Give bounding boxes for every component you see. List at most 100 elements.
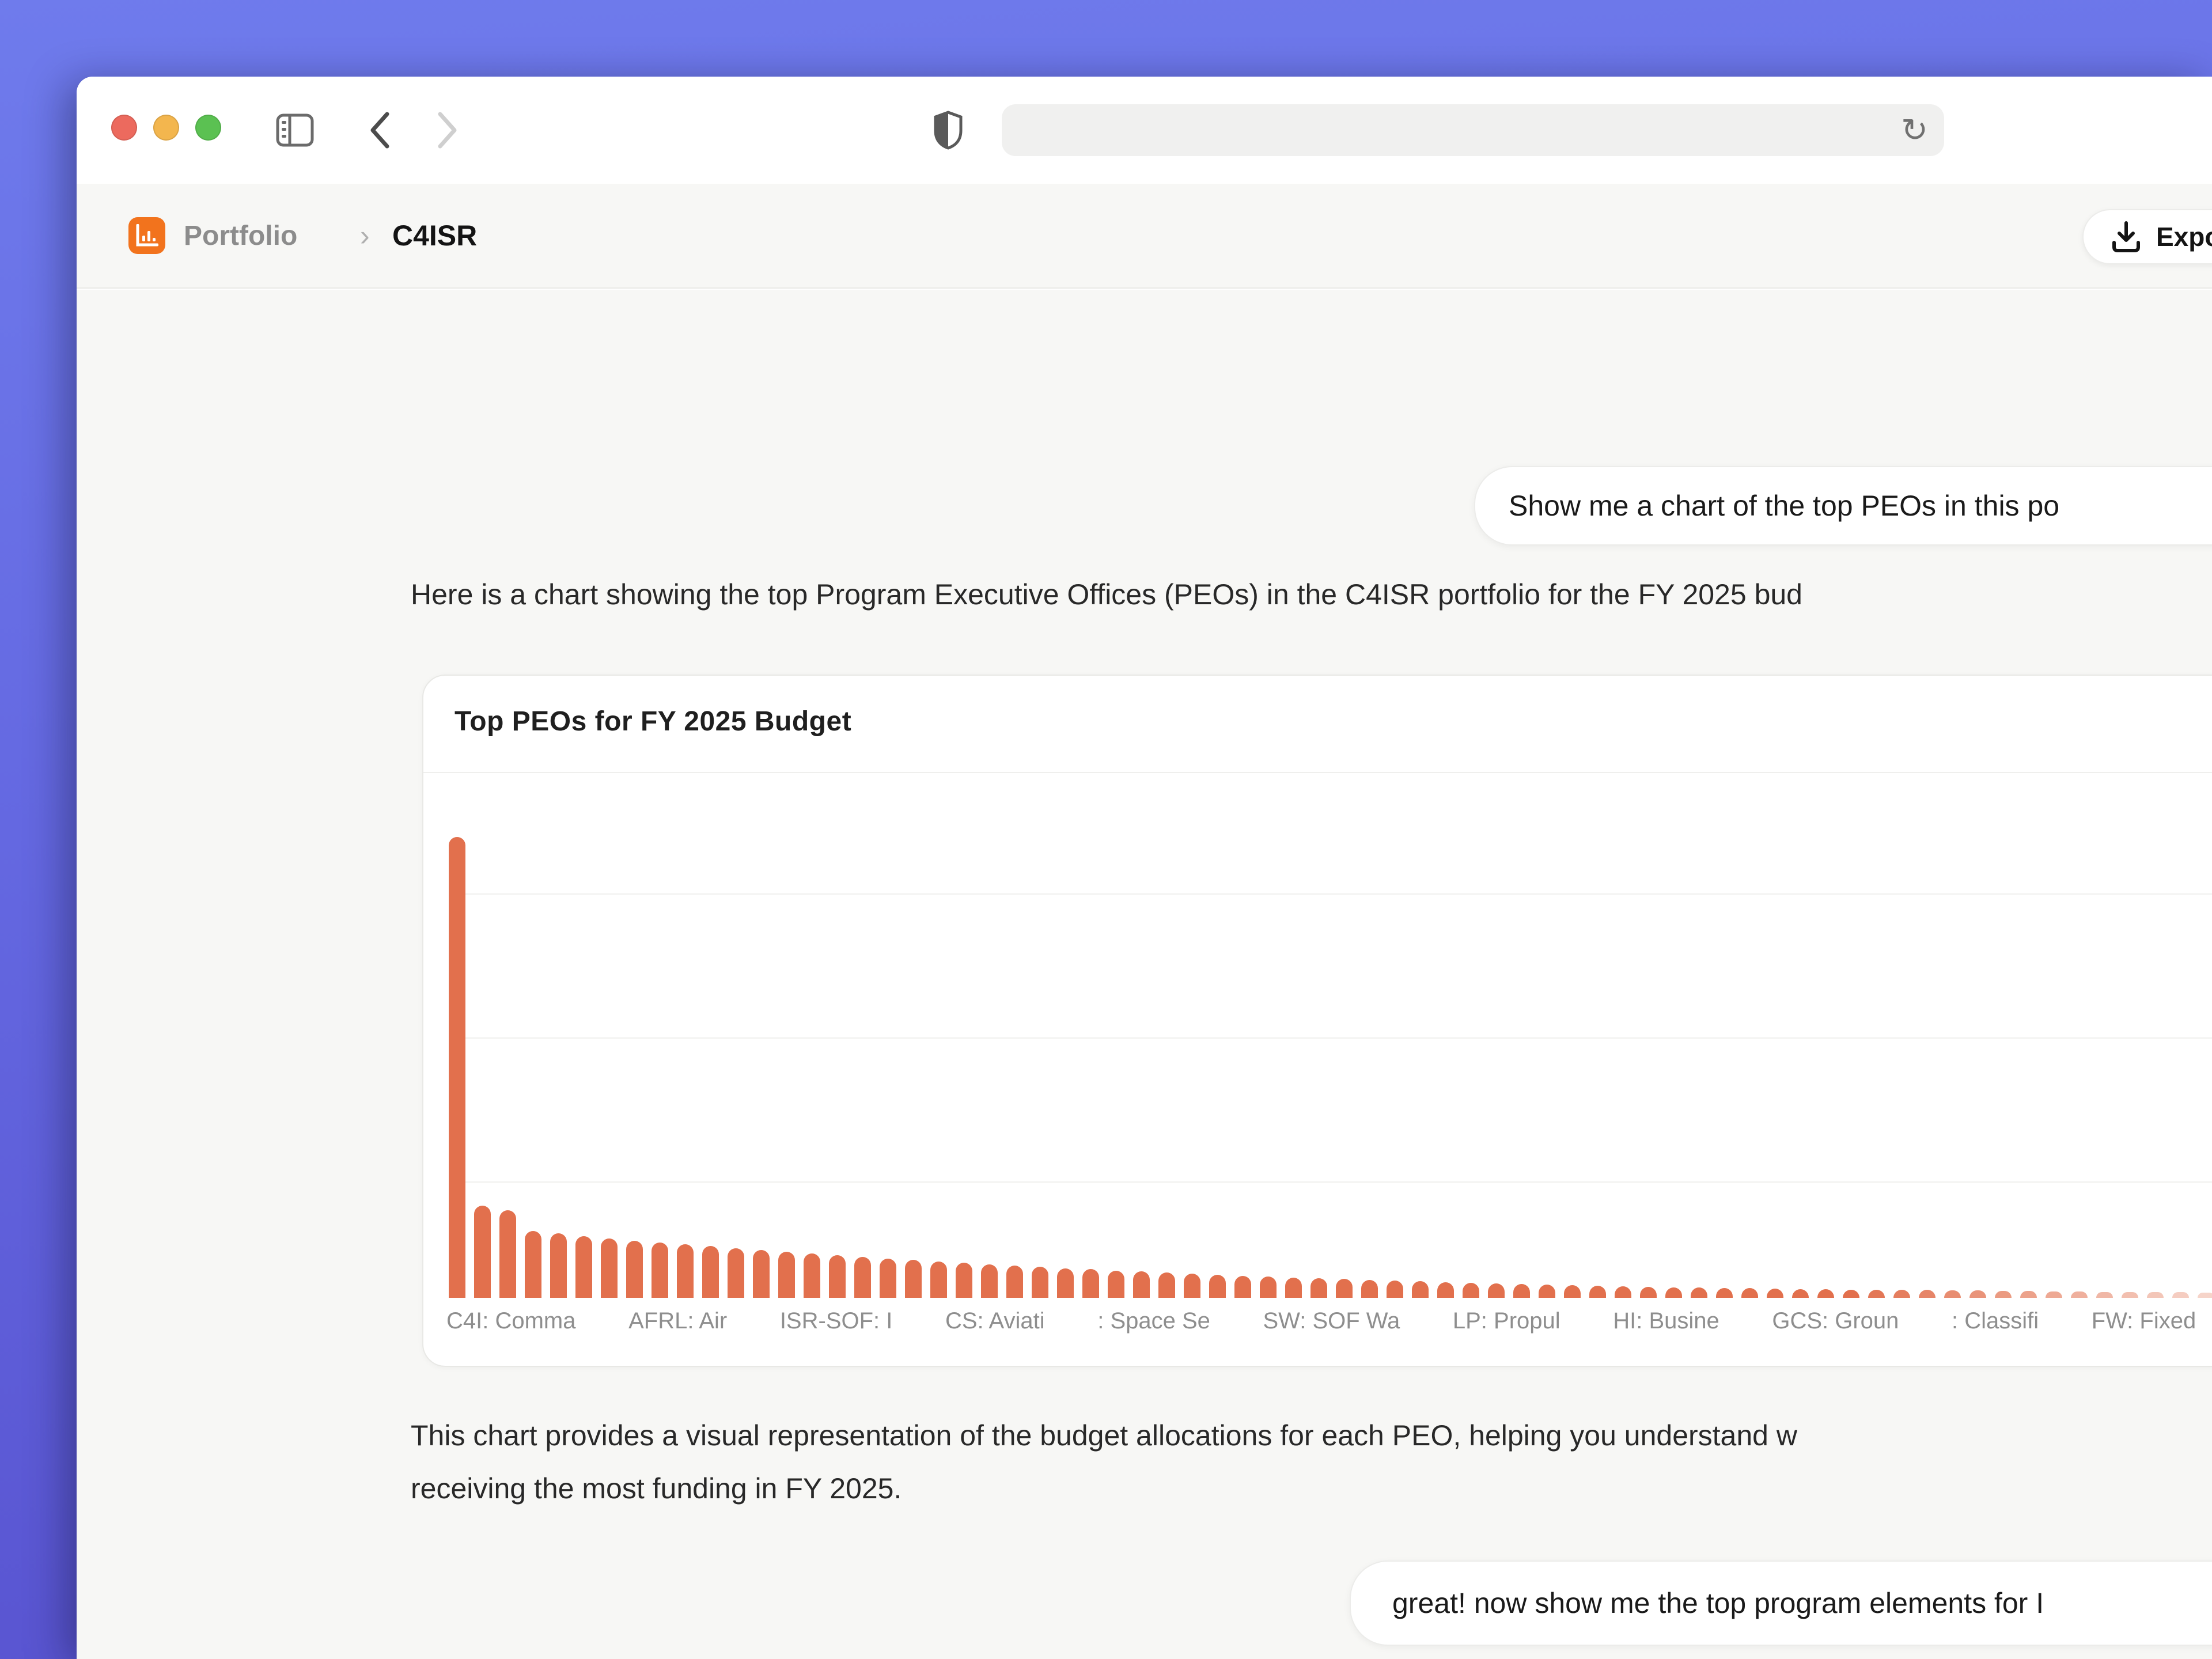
bar <box>1412 1281 1429 1298</box>
x-axis-label: CS: Aviati <box>945 1308 1045 1334</box>
sidebar-toggle-icon[interactable] <box>269 77 321 184</box>
x-axis-label: : Classifi <box>1952 1308 2039 1334</box>
bar <box>1564 1285 1581 1298</box>
bar <box>880 1259 896 1298</box>
assistant-followup-text: This chart provides a visual representat… <box>411 1409 2212 1515</box>
bar <box>1006 1266 1023 1298</box>
bar <box>981 1264 998 1298</box>
bar <box>2172 1292 2189 1298</box>
bar <box>1513 1284 1530 1298</box>
bar <box>1437 1282 1454 1298</box>
bar <box>575 1236 592 1298</box>
zoom-window-button[interactable] <box>195 115 221 141</box>
bar <box>1640 1287 1657 1298</box>
bar <box>1285 1278 1302 1298</box>
bar <box>1969 1290 1986 1298</box>
bar <box>1032 1267 1048 1298</box>
bar <box>626 1241 643 1298</box>
bar <box>930 1262 947 1298</box>
breadcrumb-portfolio[interactable]: Portfolio <box>184 220 297 252</box>
assistant-followup-line1: This chart provides a visual representat… <box>411 1409 2212 1462</box>
bar <box>449 837 465 1298</box>
x-axis-label: AFRL: Air <box>628 1308 727 1334</box>
chart-card: Top PEOs for FY 2025 Budget C4I: CommaAF… <box>422 675 2212 1367</box>
bar <box>1843 1290 1859 1298</box>
reload-icon[interactable]: ↻ <box>1901 114 1928 146</box>
forward-icon[interactable] <box>430 77 465 184</box>
bar <box>474 1206 491 1298</box>
bar <box>1817 1289 1834 1298</box>
bar <box>1741 1288 1758 1298</box>
user-message-text: Show me a chart of the top PEOs in this … <box>1509 489 2059 522</box>
bar <box>1944 1290 1961 1298</box>
x-axis-label: SW: SOF Wa <box>1263 1308 1400 1334</box>
bar <box>1057 1268 1074 1298</box>
bar <box>2071 1291 2088 1298</box>
download-icon <box>2111 221 2141 253</box>
export-button[interactable]: Export <box>2082 209 2212 264</box>
bar <box>1716 1288 1733 1298</box>
bar <box>1792 1289 1809 1298</box>
bar <box>956 1263 972 1298</box>
card-divider <box>423 772 2212 773</box>
x-axis-label: LP: Propul <box>1453 1308 1560 1334</box>
url-input[interactable] <box>1002 104 1944 156</box>
minimize-window-button[interactable] <box>153 115 179 141</box>
bar <box>499 1210 516 1298</box>
traffic-lights <box>111 115 221 141</box>
privacy-shield-icon[interactable] <box>928 77 968 184</box>
bar <box>804 1253 820 1298</box>
bar <box>1691 1287 1707 1298</box>
bar <box>1463 1283 1479 1298</box>
back-icon[interactable] <box>362 77 397 184</box>
bar <box>1158 1272 1175 1298</box>
bar <box>1665 1287 1682 1298</box>
x-axis-label: GCS: Groun <box>1772 1308 1899 1334</box>
close-window-button[interactable] <box>111 115 137 141</box>
user-message-text: great! now show me the top program eleme… <box>1392 1586 2044 1620</box>
breadcrumb-current-c4isr: C4ISR <box>392 219 477 252</box>
bar <box>1995 1291 2012 1298</box>
bar <box>2122 1292 2138 1298</box>
export-label: Export <box>2156 221 2212 252</box>
bar <box>1868 1290 1885 1298</box>
portfolio-app-icon <box>128 217 165 254</box>
bar <box>2198 1293 2212 1298</box>
bar <box>1767 1289 1783 1298</box>
bar <box>778 1252 795 1298</box>
browser-toolbar: ↻ <box>77 77 2212 184</box>
bar <box>905 1260 922 1298</box>
bar <box>1361 1280 1378 1298</box>
x-axis-label: FW: Fixed <box>2092 1308 2196 1334</box>
bar <box>652 1243 668 1298</box>
chat-area: Show me a chart of the top PEOs in this … <box>77 290 2212 1659</box>
bar <box>1234 1276 1251 1298</box>
chart-plot-area <box>449 831 2212 1298</box>
bar <box>1336 1279 1353 1298</box>
x-axis-label: ISR-SOF: I <box>780 1308 893 1334</box>
x-axis-label: HI: Busine <box>1613 1308 1719 1334</box>
bar <box>1488 1283 1505 1298</box>
bar <box>854 1257 871 1298</box>
bar <box>2147 1292 2164 1298</box>
bar <box>1387 1281 1403 1298</box>
bar <box>1539 1285 1555 1298</box>
assistant-message-text: Here is a chart showing the top Program … <box>411 578 2212 611</box>
x-axis-label: : Space Se <box>1097 1308 1210 1334</box>
bar <box>1589 1286 1606 1298</box>
bar <box>550 1233 567 1298</box>
bar <box>677 1244 694 1298</box>
user-message-bubble: great! now show me the top program eleme… <box>1350 1560 2212 1646</box>
bar <box>1615 1286 1631 1298</box>
bar <box>1082 1269 1099 1298</box>
bar <box>1260 1277 1277 1298</box>
assistant-followup-line2: receiving the most funding in FY 2025. <box>411 1462 2212 1515</box>
bar <box>1893 1290 1910 1298</box>
bar <box>1209 1275 1226 1298</box>
bar <box>1108 1271 1124 1298</box>
browser-window: ↻ Portfolio › C4ISR Export Show m <box>77 77 2212 1659</box>
address-bar[interactable]: ↻ <box>1002 104 1944 156</box>
bar <box>829 1255 846 1298</box>
bar <box>2096 1292 2113 1298</box>
bar <box>728 1248 744 1298</box>
